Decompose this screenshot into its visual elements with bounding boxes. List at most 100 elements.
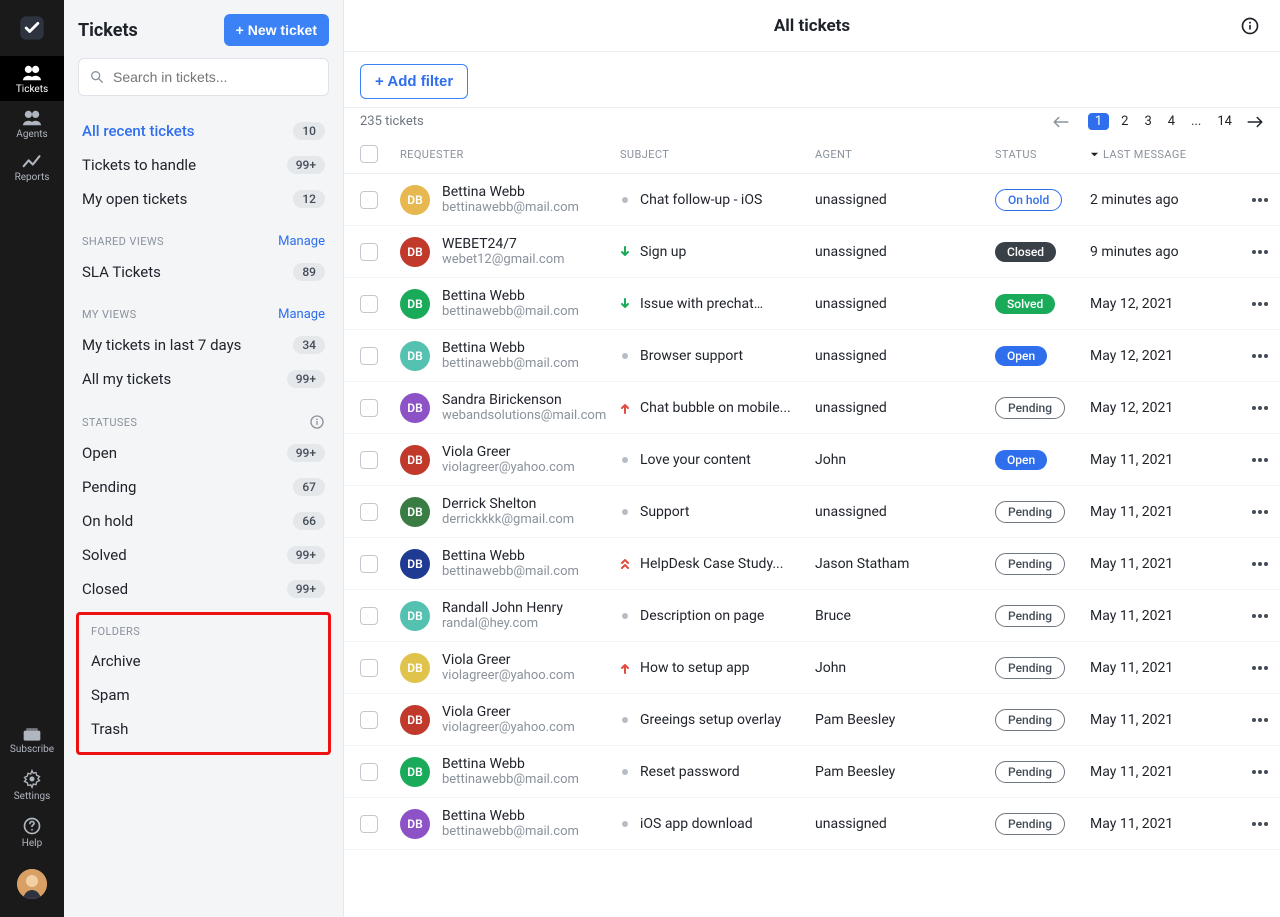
sidebar-item[interactable]: Trash — [83, 712, 324, 746]
help-icon — [22, 816, 42, 836]
sidebar-item[interactable]: Pending67 — [74, 470, 333, 504]
table-row[interactable]: DB Bettina Webb bettinawebb@mail.com iOS… — [344, 798, 1280, 850]
row-checkbox[interactable] — [360, 555, 378, 573]
count-badge: 99+ — [287, 546, 325, 564]
sidebar-item[interactable]: On hold66 — [74, 504, 333, 538]
page-number[interactable]: 4 — [1164, 112, 1179, 131]
col-status[interactable]: STATUS — [995, 148, 1090, 161]
row-more-icon[interactable] — [1240, 821, 1280, 827]
rail-item-help[interactable]: Help — [0, 808, 64, 855]
row-checkbox[interactable] — [360, 451, 378, 469]
table-row[interactable]: DB Randall John Henry randal@hey.com Des… — [344, 590, 1280, 642]
table-row[interactable]: DB Bettina Webb bettinawebb@mail.com Hel… — [344, 538, 1280, 590]
sidebar-item[interactable]: My tickets in last 7 days34 — [74, 328, 333, 362]
row-checkbox[interactable] — [360, 815, 378, 833]
row-more-icon[interactable] — [1240, 197, 1280, 203]
table-row[interactable]: DB Viola Greer violagreer@yahoo.com Gree… — [344, 694, 1280, 746]
row-checkbox[interactable] — [360, 503, 378, 521]
col-agent[interactable]: AGENT — [815, 148, 995, 161]
search-input[interactable] — [105, 69, 318, 85]
row-checkbox[interactable] — [360, 763, 378, 781]
table-row[interactable]: DB Viola Greer violagreer@yahoo.com Love… — [344, 434, 1280, 486]
table-row[interactable]: DB Bettina Webb bettinawebb@mail.com Cha… — [344, 174, 1280, 226]
sidebar-item[interactable]: Solved99+ — [74, 538, 333, 572]
row-more-icon[interactable] — [1240, 717, 1280, 723]
shared-views-heading: SHARED VIEWS — [82, 235, 164, 248]
page-number[interactable]: 1 — [1088, 113, 1109, 130]
tickets-icon — [21, 64, 43, 82]
sidebar-item[interactable]: Closed99+ — [74, 572, 333, 606]
sidebar-item[interactable]: My open tickets12 — [74, 182, 333, 216]
priority-icon — [620, 820, 630, 828]
row-more-icon[interactable] — [1240, 665, 1280, 671]
sidebar-item[interactable]: SLA Tickets89 — [74, 255, 333, 289]
table-row[interactable]: DB Bettina Webb bettinawebb@mail.com Res… — [344, 746, 1280, 798]
last-message-time: May 11, 2021 — [1090, 504, 1240, 520]
row-checkbox[interactable] — [360, 243, 378, 261]
row-checkbox[interactable] — [360, 607, 378, 625]
requester-email: randal@hey.com — [442, 616, 563, 631]
requester-email: bettinawebb@mail.com — [442, 564, 579, 579]
table-row[interactable]: DB Derrick Shelton derrickkkk@gmail.com … — [344, 486, 1280, 538]
search-input-wrap[interactable] — [78, 58, 329, 96]
table-row[interactable]: DB Bettina Webb bettinawebb@mail.com Iss… — [344, 278, 1280, 330]
row-checkbox[interactable] — [360, 711, 378, 729]
select-all-checkbox[interactable] — [360, 145, 378, 163]
row-more-icon[interactable] — [1240, 249, 1280, 255]
row-checkbox[interactable] — [360, 347, 378, 365]
table-row[interactable]: DB Viola Greer violagreer@yahoo.com How … — [344, 642, 1280, 694]
sidebar-item-label: All my tickets — [82, 370, 171, 388]
sidebar-item[interactable]: Tickets to handle99+ — [74, 148, 333, 182]
row-checkbox[interactable] — [360, 295, 378, 313]
sidebar-item[interactable]: All my tickets99+ — [74, 362, 333, 396]
next-page-icon[interactable] — [1246, 116, 1264, 128]
agents-icon — [21, 109, 43, 127]
row-more-icon[interactable] — [1240, 561, 1280, 567]
requester-name: Bettina Webb — [442, 340, 579, 356]
rail-item-agents[interactable]: Agents — [0, 101, 64, 146]
row-more-icon[interactable] — [1240, 613, 1280, 619]
rail-item-tickets[interactable]: Tickets — [0, 56, 64, 101]
manage-shared-link[interactable]: Manage — [278, 234, 325, 249]
col-requester[interactable]: REQUESTER — [400, 148, 620, 161]
row-more-icon[interactable] — [1240, 457, 1280, 463]
info-icon[interactable] — [309, 414, 325, 430]
row-checkbox[interactable] — [360, 399, 378, 417]
rail-item-subscribe[interactable]: Subscribe — [0, 718, 64, 761]
sidebar-item[interactable]: Spam — [83, 678, 324, 712]
row-checkbox[interactable] — [360, 659, 378, 677]
page-number[interactable]: 14 — [1213, 112, 1236, 131]
count-badge: 99+ — [287, 580, 325, 598]
info-icon[interactable] — [1240, 16, 1260, 36]
row-more-icon[interactable] — [1240, 509, 1280, 515]
rail-item-reports[interactable]: Reports — [0, 146, 64, 189]
row-more-icon[interactable] — [1240, 301, 1280, 307]
sidebar-item[interactable]: All recent tickets10 — [74, 114, 333, 148]
agent-name: unassigned — [815, 192, 995, 208]
col-last-message[interactable]: LAST MESSAGE — [1090, 148, 1240, 161]
row-checkbox[interactable] — [360, 191, 378, 209]
page-number[interactable]: 2 — [1117, 112, 1132, 131]
add-filter-button[interactable]: + Add filter — [360, 64, 468, 99]
new-ticket-button[interactable]: + New ticket — [224, 14, 329, 46]
agent-name: Pam Beesley — [815, 764, 995, 780]
manage-myviews-link[interactable]: Manage — [278, 307, 325, 322]
requester-avatar: DB — [400, 341, 430, 371]
user-avatar[interactable] — [17, 869, 47, 899]
rail-item-settings[interactable]: Settings — [0, 761, 64, 808]
sidebar-item[interactable]: Open99+ — [74, 436, 333, 470]
sidebar-item[interactable]: Archive — [83, 644, 324, 678]
table-row[interactable]: DB WEBET24/7 webet12@gmail.com Sign up u… — [344, 226, 1280, 278]
row-more-icon[interactable] — [1240, 405, 1280, 411]
row-more-icon[interactable] — [1240, 353, 1280, 359]
col-subject[interactable]: SUBJECT — [620, 148, 815, 161]
status-badge: Open — [995, 346, 1047, 366]
page-number[interactable]: 3 — [1140, 112, 1155, 131]
prev-page-icon[interactable] — [1052, 116, 1070, 128]
row-more-icon[interactable] — [1240, 769, 1280, 775]
requester-avatar: DB — [400, 705, 430, 735]
requester-email: webandsolutions@mail.com — [442, 408, 606, 423]
table-row[interactable]: DB Sandra Birickenson webandsolutions@ma… — [344, 382, 1280, 434]
status-badge: Open — [995, 450, 1047, 470]
table-row[interactable]: DB Bettina Webb bettinawebb@mail.com Bro… — [344, 330, 1280, 382]
